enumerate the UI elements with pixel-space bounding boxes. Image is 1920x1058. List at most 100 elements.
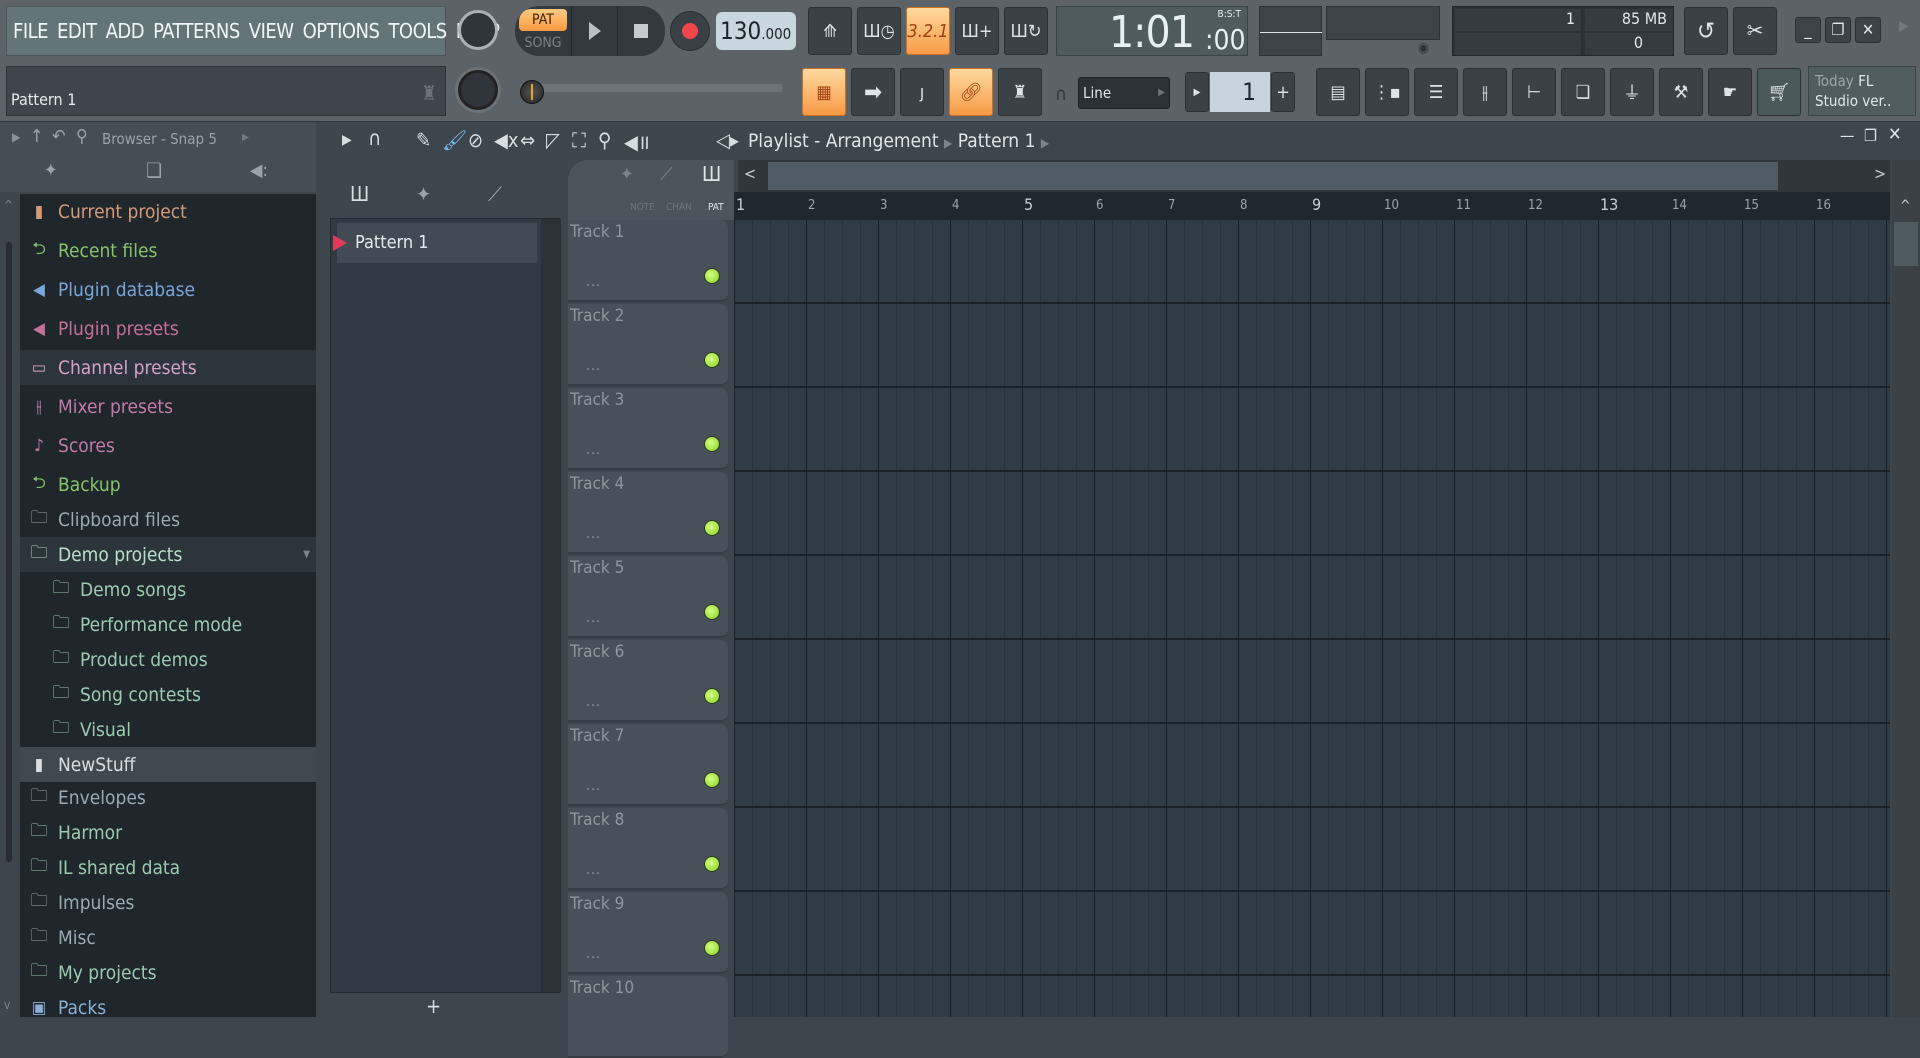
snap-select[interactable]: Line ▶ <box>1078 77 1170 109</box>
browser-item[interactable]: 🗀 Performance mode <box>20 607 316 642</box>
track-header[interactable]: Track 5... <box>568 556 728 638</box>
minimize-icon[interactable]: — <box>1840 126 1854 145</box>
master-pitch-knob[interactable] <box>458 70 498 110</box>
scroll-up-icon[interactable]: ^ <box>4 198 13 212</box>
pencil-icon[interactable]: ✎ <box>416 128 431 152</box>
cpu-memory-panel[interactable]: 1 85 MB 0 <box>1452 6 1674 56</box>
track-options[interactable]: ... <box>586 694 601 710</box>
playlist-window-button[interactable]: ▤ <box>1316 68 1360 116</box>
browser-item[interactable]: ▭ Channel presets <box>20 350 316 385</box>
browser-item[interactable]: 🗀 Clipboard files <box>20 502 316 537</box>
browser-item[interactable]: ⮌ Backup <box>20 467 316 502</box>
peak-meter[interactable] <box>1326 6 1440 40</box>
magnet-icon[interactable]: ∩ <box>1055 84 1067 105</box>
track-header[interactable]: Track 2... <box>568 304 728 386</box>
track-enable-led[interactable] <box>704 604 720 620</box>
automation-knob-button[interactable]: ♜ <box>998 68 1042 116</box>
song-position-display[interactable]: 1:01 :00 B:S:T <box>1056 6 1248 58</box>
track-options[interactable]: ... <box>586 274 601 290</box>
scroll-up-icon[interactable]: ^ <box>1900 198 1911 214</box>
gesture-button[interactable]: ☛ <box>1708 68 1752 116</box>
close-icon[interactable]: ✕ <box>1888 124 1902 145</box>
track-enable-led[interactable] <box>704 352 720 368</box>
scroll-right-icon[interactable]: > <box>1874 164 1886 183</box>
step-value-field[interactable]: 1 <box>1210 72 1270 112</box>
waveform-monitor[interactable] <box>1259 6 1322 56</box>
countdown-button[interactable]: 3.2.1 <box>906 7 950 55</box>
up-arrow-icon[interactable]: ↑ <box>30 126 44 147</box>
browser-item[interactable]: ♪ Scores <box>20 428 316 463</box>
select-icon[interactable]: ⛶ <box>572 128 586 152</box>
track-options[interactable]: ... <box>586 442 601 458</box>
scrollbar-thumb[interactable] <box>1894 222 1918 266</box>
stop-button[interactable] <box>617 6 663 56</box>
wait-for-input-button[interactable]: Ш◷ <box>857 7 901 55</box>
plugin-picker-button[interactable]: ⏚ <box>1610 68 1654 116</box>
chevron-right-icon[interactable]: ▶ <box>12 130 20 144</box>
step-arrow-button[interactable]: ➡ <box>851 68 895 116</box>
blend-notes-button[interactable]: ȷ <box>900 68 944 116</box>
browser-item[interactable]: 🗀 Impulses <box>20 885 316 920</box>
mixer-button[interactable]: ⫲ <box>1463 68 1507 116</box>
browser-item[interactable]: ◀ Plugin database <box>20 272 316 307</box>
step-edit-button[interactable]: Ш+ <box>955 7 999 55</box>
track-enable-led[interactable] <box>704 772 720 788</box>
typing-keyboard-button[interactable]: ▦ <box>802 68 846 116</box>
menu-options[interactable]: OPTIONS <box>303 19 380 43</box>
cut-button[interactable]: ✂ <box>1733 7 1777 55</box>
piano-icon[interactable]: Ш <box>702 162 721 186</box>
timeline-ruler[interactable]: 1 2 3 4 5 6 7 8 9 10 11 12 13 14 15 16 <box>734 192 1890 220</box>
step-prev-button[interactable]: ▶ <box>1185 72 1209 112</box>
pat-mode-button[interactable]: PAT <box>519 9 567 31</box>
slice-icon[interactable]: ◸ <box>546 128 560 152</box>
shop-button[interactable]: 🛒︎ <box>1757 68 1801 116</box>
menu-add[interactable]: ADD <box>106 19 145 43</box>
speaker-icon[interactable]: ◁▸ <box>716 128 739 152</box>
play-button[interactable] <box>571 6 617 56</box>
restore-icon[interactable]: ❐ <box>1864 126 1877 145</box>
track-options[interactable]: ... <box>586 946 601 962</box>
scrollbar-thumb[interactable] <box>768 162 1778 190</box>
restore-button[interactable]: ❐ <box>1825 17 1851 43</box>
browser-item[interactable]: 🗀 Song contests <box>20 677 316 712</box>
plug-icon[interactable]: ◀: <box>250 160 268 181</box>
track-enable-led[interactable] <box>704 436 720 452</box>
step-add-button[interactable]: + <box>1271 72 1295 112</box>
menu-file[interactable]: FILE <box>13 19 49 43</box>
pattern-scrollbar[interactable] <box>541 219 561 992</box>
undo-history-button[interactable]: ↺ <box>1684 7 1728 55</box>
track-enable-led[interactable] <box>704 268 720 284</box>
chevron-right-icon[interactable]: ▶ <box>1899 18 1909 34</box>
piano-icon[interactable]: Ш <box>350 182 369 206</box>
track-options[interactable]: ... <box>586 358 601 374</box>
menu-tools[interactable]: TOOLS <box>388 19 447 43</box>
track-header[interactable]: Track 1... <box>568 220 728 302</box>
browser-item[interactable]: 🗀 Demo songs <box>20 572 316 607</box>
browser-item[interactable]: 🗀 Product demos <box>20 642 316 677</box>
browser-item[interactable]: ▮ Current project <box>20 194 316 229</box>
track-options[interactable]: ... <box>586 862 601 878</box>
track-options[interactable]: ... <box>586 778 601 794</box>
record-button[interactable] <box>670 11 710 51</box>
channel-rack-button[interactable]: ☰ <box>1414 68 1458 116</box>
browser-item[interactable]: 🗀 Visual <box>20 712 316 747</box>
track-enable-led[interactable] <box>704 688 720 704</box>
chevron-right-icon[interactable]: ▶ <box>242 132 249 143</box>
waveform-icon[interactable]: ✦ <box>44 160 58 181</box>
track-header[interactable]: Track 9... <box>568 892 728 974</box>
master-volume-knob[interactable] <box>458 10 498 50</box>
track-header[interactable]: Track 3... <box>568 388 728 470</box>
browser-item[interactable]: 🗀 My projects <box>20 955 316 990</box>
loop-record-button[interactable]: Ш↻ <box>1004 7 1048 55</box>
browser-item[interactable]: 🗀 IL shared data <box>20 850 316 885</box>
delete-icon[interactable]: ⊘ <box>468 128 483 152</box>
magnet-icon[interactable]: ∩ <box>368 126 381 150</box>
browser-item[interactable]: 🗀 Harmor <box>20 815 316 850</box>
browser-button[interactable]: ⊢ <box>1512 68 1556 116</box>
multilink-button[interactable]: 🔗︎ <box>949 68 993 116</box>
browser-scrollbar[interactable] <box>6 242 12 862</box>
menu-edit[interactable]: EDIT <box>57 19 97 43</box>
waveform-icon[interactable]: ✦ <box>416 182 431 206</box>
browser-item[interactable]: ▮ NewStuff <box>20 747 316 782</box>
mute-icon[interactable]: ◀x <box>494 128 518 152</box>
